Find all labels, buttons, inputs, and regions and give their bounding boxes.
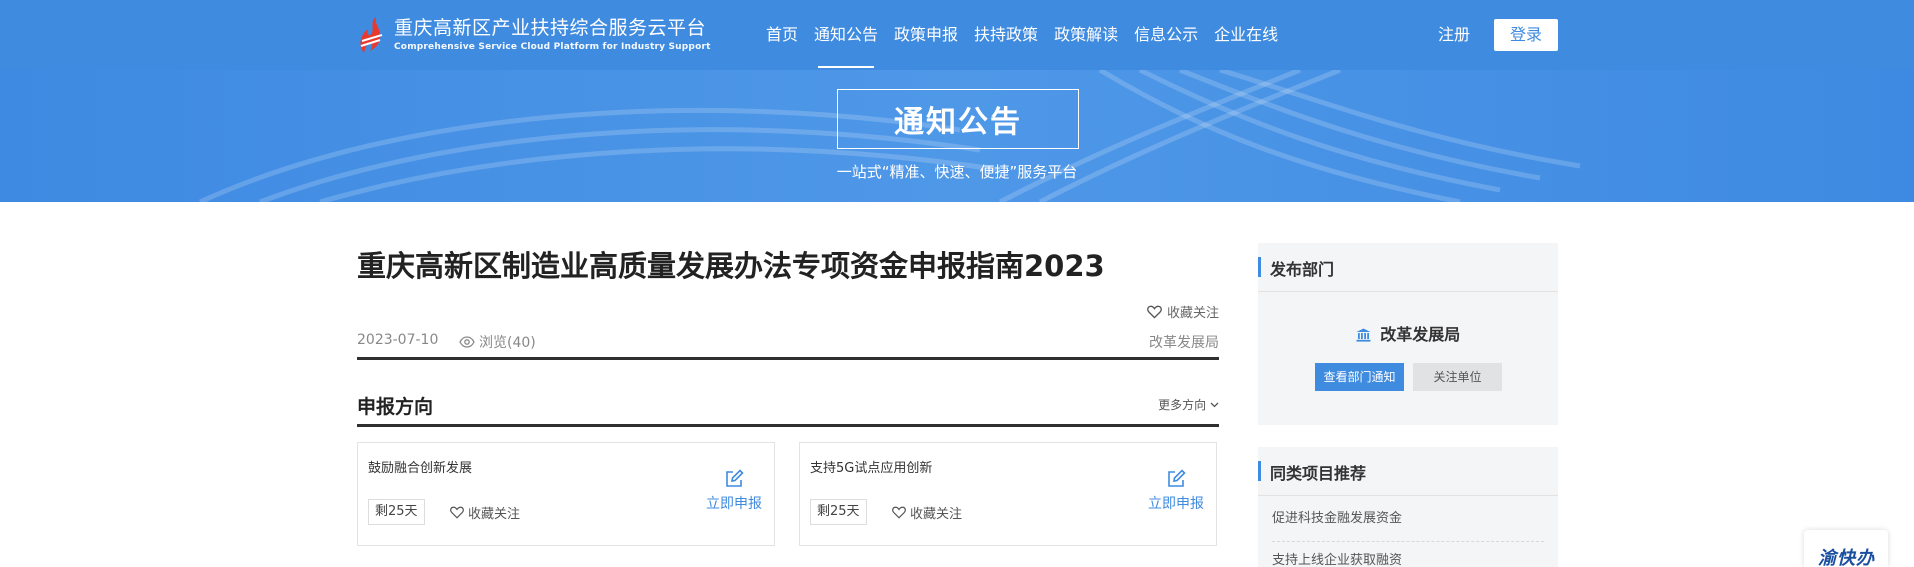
direction-card-title: 支持5G试点应用创新 (810, 461, 933, 476)
apply-now-label: 立即申报 (1148, 496, 1204, 512)
direction-card-title: 鼓励融合创新发展 (368, 461, 473, 476)
heart-icon (450, 506, 464, 519)
card-favorite-button[interactable]: 收藏关注 (450, 503, 520, 522)
days-remaining-tag: 剩25天 (368, 499, 425, 525)
section-title: 申报方向 (357, 396, 434, 418)
view-count-text: 浏览(40) (479, 335, 536, 351)
article-meta: 2023-07-10 浏览(40) 改革发展局 (357, 330, 1219, 354)
eye-icon (459, 336, 475, 348)
publish-date: 2023-07-10 (357, 332, 439, 348)
favorite-button[interactable]: 收藏关注 (1147, 302, 1219, 321)
direction-card: 支持5G试点应用创新 剩25天 收藏关注 立即申报 (799, 442, 1217, 546)
heart-icon (892, 506, 906, 519)
favorite-label: 收藏关注 (1166, 306, 1219, 321)
related-panel-header: 同类项目推荐 (1258, 447, 1558, 496)
brand-title: 重庆高新区产业扶持综合服务云平台 (394, 17, 707, 39)
banner-title-box: 通知公告 (837, 89, 1079, 149)
nav-item-support-policy[interactable]: 扶持政策 (966, 0, 1046, 70)
view-dept-notices-button[interactable]: 查看部门通知 (1315, 363, 1404, 391)
title-divider (357, 357, 1219, 360)
nav-item-enterprise-online[interactable]: 企业在线 (1206, 0, 1286, 70)
view-count: 浏览(40) (459, 332, 536, 352)
nav-item-policy-apply[interactable]: 政策申报 (886, 0, 966, 70)
more-directions-link[interactable]: 更多方向 (1158, 396, 1219, 413)
chevron-down-icon (1210, 402, 1219, 408)
related-heading: 同类项目推荐 (1270, 464, 1367, 483)
heart-icon (1147, 305, 1162, 319)
card-favorite-label: 收藏关注 (468, 507, 521, 522)
publish-department: 改革发展局 (1149, 335, 1219, 351)
apply-now-button[interactable]: 立即申报 (1146, 469, 1206, 513)
card-favorite-label: 收藏关注 (910, 507, 963, 522)
article-title: 重庆高新区制造业高质量发展办法专项资金申报指南2023 (357, 249, 1105, 283)
heading-accent-bar (1258, 257, 1261, 277)
related-item[interactable]: 促进科技金融发展资金 (1272, 509, 1544, 542)
nav-item-home[interactable]: 首页 (758, 0, 806, 70)
publisher-name: 改革发展局 (1258, 321, 1558, 345)
logo-icon (360, 17, 383, 53)
login-button[interactable]: 登录 (1494, 19, 1558, 51)
apply-now-label: 立即申报 (706, 496, 762, 512)
banner: 通知公告 一站式“精准、快速、便捷”服务平台 (0, 70, 1914, 202)
register-link[interactable]: 注册 (1438, 24, 1470, 46)
yukuaiban-float-badge[interactable]: 渝快办 (1804, 530, 1888, 567)
nav-item-notices[interactable]: 通知公告 (806, 0, 886, 70)
nav-item-public-info[interactable]: 信息公示 (1126, 0, 1206, 70)
page: 重庆高新区产业扶持综合服务云平台 Comprehensive Service C… (0, 0, 1914, 567)
related-item[interactable]: 支持上线企业获取融资 (1272, 551, 1544, 567)
related-projects-panel: 同类项目推荐 促进科技金融发展资金 支持上线企业获取融资 (1258, 447, 1558, 567)
follow-unit-button[interactable]: 关注单位 (1413, 363, 1502, 391)
edit-icon (726, 469, 744, 487)
brand-subtitle: Comprehensive Service Cloud Platform for… (394, 42, 711, 52)
banner-title: 通知公告 (894, 105, 1022, 140)
float-badge-text: 渝快办 (1818, 548, 1875, 567)
brand-text: 重庆高新区产业扶持综合服务云平台 Comprehensive Service C… (394, 16, 711, 54)
edit-icon (1168, 469, 1186, 487)
days-remaining-tag: 剩25天 (810, 499, 867, 525)
apply-now-button[interactable]: 立即申报 (704, 469, 764, 513)
card-favorite-button[interactable]: 收藏关注 (892, 503, 962, 522)
top-header: 重庆高新区产业扶持综合服务云平台 Comprehensive Service C… (0, 0, 1914, 70)
publisher-panel: 发布部门 改革发展局 查看部门通知 关注单位 (1258, 243, 1558, 425)
banner-subtitle: 一站式“精准、快速、便捷”服务平台 (836, 163, 1078, 181)
publisher-heading: 发布部门 (1270, 260, 1335, 279)
direction-card: 鼓励融合创新发展 剩25天 收藏关注 立即申报 (357, 442, 775, 546)
nav-item-policy-interpretation[interactable]: 政策解读 (1046, 0, 1126, 70)
bank-icon (1356, 328, 1371, 342)
brand[interactable]: 重庆高新区产业扶持综合服务云平台 Comprehensive Service C… (356, 12, 711, 58)
article-main: 重庆高新区制造业高质量发展办法专项资金申报指南2023 收藏关注 2023-07… (357, 202, 1219, 567)
main-nav: 首页 通知公告 政策申报 扶持政策 政策解读 信息公示 企业在线 (758, 0, 1286, 70)
publisher-name-text: 改革发展局 (1380, 325, 1461, 344)
heading-accent-bar (1258, 461, 1261, 481)
more-label: 更多方向 (1158, 398, 1207, 412)
section-divider (357, 424, 1219, 427)
publisher-panel-header: 发布部门 (1258, 243, 1558, 292)
